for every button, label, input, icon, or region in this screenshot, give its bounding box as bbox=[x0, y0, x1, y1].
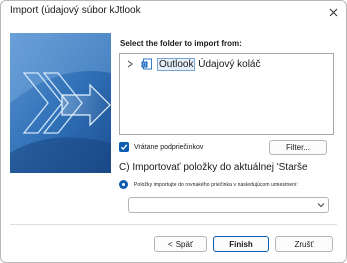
back-arrow-icon: < bbox=[168, 239, 173, 249]
footer-divider bbox=[10, 224, 337, 225]
filter-button[interactable]: Filter... bbox=[269, 140, 327, 155]
include-subfolders-label: Vrátane podpriečinkov bbox=[134, 143, 204, 151]
checkmark-icon bbox=[120, 144, 128, 151]
select-folder-prompt: Select the folder to import from: bbox=[120, 39, 242, 48]
back-button-label: Späť bbox=[175, 239, 193, 249]
import-same-folder-label: Položky importujte do rovnakého priečink… bbox=[134, 181, 299, 188]
finish-button[interactable]: Finish bbox=[213, 236, 269, 252]
close-button[interactable] bbox=[320, 1, 346, 23]
back-button[interactable]: < Späť bbox=[154, 236, 207, 252]
close-icon bbox=[329, 8, 337, 16]
folder-tree[interactable]: O Outlook Údajový koláč bbox=[119, 53, 334, 135]
tree-item-label-rest: Údajový koláč bbox=[195, 58, 261, 70]
include-subfolders-option[interactable]: Vrátane podpriečinkov bbox=[119, 142, 203, 152]
include-subfolders-checkbox[interactable] bbox=[119, 142, 129, 152]
chevron-right-icon[interactable] bbox=[125, 59, 135, 69]
import-same-folder-radio[interactable] bbox=[119, 180, 128, 189]
chevron-down-icon bbox=[317, 203, 325, 208]
wizard-art-image bbox=[10, 33, 111, 173]
destination-select[interactable] bbox=[128, 197, 329, 213]
import-current-folder-option[interactable]: C) Importovať položky do aktuálnej 'Star… bbox=[119, 162, 308, 173]
svg-text:O: O bbox=[143, 62, 147, 68]
data-file-icon: O bbox=[141, 58, 152, 70]
cancel-button[interactable]: Zrušť bbox=[275, 236, 333, 252]
tree-item-label: Outlook Údajový koláč bbox=[157, 57, 261, 71]
import-dialog: Import (údajový súbor kJtlook Select the… bbox=[0, 0, 347, 263]
dialog-title: Import (údajový súbor kJtlook bbox=[10, 5, 141, 16]
tree-item-outlook[interactable]: O Outlook Údajový koláč bbox=[125, 57, 261, 71]
import-same-folder-option[interactable]: Položky importujte do rovnakého priečink… bbox=[119, 180, 298, 189]
tree-item-label-selected: Outlook bbox=[157, 57, 196, 71]
